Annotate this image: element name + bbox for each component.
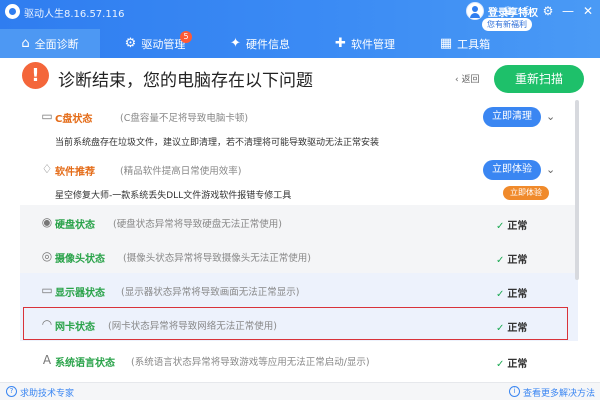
help-icon: ? — [6, 386, 17, 397]
tab-label: 软件管理 — [350, 37, 395, 51]
list-item-system-language: A 系统语言状态 (系统语言状态异常将导致游戏等应用无法正常启动/显示) ✓ 正常 — [20, 343, 578, 377]
clean-now-button[interactable]: 立即清理 — [483, 107, 541, 127]
check-icon: ✓ — [496, 289, 505, 300]
row-description: (硬盘状态异常将导致硬盘无法正常使用) — [113, 219, 282, 230]
check-icon: ✓ — [496, 359, 505, 370]
toolbox-icon: ▦ — [439, 36, 453, 51]
row-name: 软件推荐 — [55, 167, 95, 178]
row-name: 硬盘状态 — [55, 220, 95, 231]
diagnosis-list: ▭ C盘状态 (C盘容量不足将导致电脑卡顿) 立即清理 ⌄ 当前系统盘存在垃圾文… — [20, 100, 580, 380]
status-text: 正常 — [507, 359, 528, 370]
status-normal: ✓ 正常 — [496, 355, 527, 370]
thumbs-up-icon: ♢ — [41, 162, 53, 176]
camera-icon: ◎ — [41, 249, 53, 263]
status-text: 正常 — [507, 221, 528, 232]
driver-update-badge: 5 — [180, 31, 192, 43]
row-detail: 当前系统盘存在垃圾文件，建议立即清理，若不清理将可能导致驱动无法正常安装 — [55, 138, 380, 148]
tab-toolbox[interactable]: ▦ 工具箱 — [420, 29, 510, 58]
app-title: 驱动人生8.16.57.116 — [24, 9, 125, 20]
tab-hardware-info[interactable]: ✦ 硬件信息 — [210, 29, 310, 58]
close-icon[interactable]: ✕ — [580, 3, 596, 19]
language-icon: A — [42, 353, 52, 367]
footer-bar: ? 求助技术专家 i 查看更多解决方法 — [0, 382, 600, 400]
ask-expert-link[interactable]: 求助技术专家 — [20, 386, 74, 399]
status-normal: ✓ 正常 — [496, 285, 527, 300]
row-name: 系统语言状态 — [55, 358, 115, 369]
tab-label: 硬件信息 — [245, 37, 290, 51]
list-item-c-drive: ▭ C盘状态 (C盘容量不足将导致电脑卡顿) 立即清理 ⌄ 当前系统盘存在垃圾文… — [20, 100, 578, 150]
gear-icon: ⚙ — [124, 36, 137, 51]
diagnosis-result-header: ! 诊断结束，您的电脑存在以下问题 ‹ 返回 重新扫描 — [0, 58, 600, 100]
row-name: C盘状态 — [55, 114, 93, 125]
row-name: 显示器状态 — [55, 288, 105, 299]
row-name: 摄像头状态 — [55, 254, 105, 265]
row-detail: 星空修复大师-一款系统丢失DLL文件游戏软件报错专修工具 — [55, 191, 292, 201]
monitor-icon: ▭ — [41, 283, 53, 297]
more-solutions-link[interactable]: 查看更多解决方法 — [523, 386, 595, 399]
window-controls: ♛ ☾ ⚙ — ✕ — [500, 3, 596, 19]
tab-label: 全面诊断 — [34, 37, 79, 51]
status-text: 正常 — [507, 255, 528, 266]
status-normal: ✓ 正常 — [496, 217, 527, 232]
row-description: (摄像头状态异常将导致摄像头无法正常使用) — [123, 253, 311, 264]
status-text: 正常 — [507, 289, 528, 300]
hard-disk-icon: ◉ — [41, 215, 53, 229]
theme-icon[interactable]: ☾ — [520, 3, 536, 19]
list-item-hard-disk: ◉ 硬盘状态 (硬盘状态异常将导致硬盘无法正常使用) ✓ 正常 — [20, 205, 578, 239]
info-icon: i — [509, 386, 520, 397]
status-normal: ✓ 正常 — [496, 251, 527, 266]
crown-icon[interactable]: ♛ — [500, 3, 516, 19]
app-logo-icon — [5, 4, 20, 19]
user-avatar[interactable] — [466, 2, 484, 20]
title-bar: 驱动人生8.16.57.116 登录享特权 您有新福利 ♛ ☾ ⚙ — ✕ — [0, 0, 600, 31]
chevron-down-icon[interactable]: ⌄ — [546, 111, 555, 122]
disk-icon: ▭ — [41, 109, 53, 123]
tab-software-management[interactable]: ✚ 软件管理 — [310, 29, 420, 58]
tab-label: 工具箱 — [457, 37, 491, 51]
result-title: 诊断结束，您的电脑存在以下问题 — [58, 71, 313, 91]
apps-icon: ✚ — [335, 36, 346, 51]
try-now-button[interactable]: 立即体验 — [483, 160, 541, 180]
row-description: (系统语言状态异常将导致游戏等应用无法正常启动/显示) — [131, 357, 370, 368]
home-icon: ⌂ — [21, 36, 30, 51]
minimize-icon[interactable]: — — [560, 3, 576, 19]
list-scrollbar[interactable] — [575, 100, 579, 280]
try-now-small-button[interactable]: 立即体验 — [503, 186, 549, 200]
warning-icon: ! — [22, 62, 49, 89]
row-description: (精品软件提高日常使用效率) — [120, 166, 242, 177]
check-icon: ✓ — [496, 255, 505, 266]
check-icon: ✓ — [496, 221, 505, 232]
row-description: (C盘容量不足将导致电脑卡顿) — [120, 113, 249, 124]
row-description: (显示器状态异常将导致画面无法正常显示) — [121, 287, 300, 298]
main-tabs: ⌂ 全面诊断 ⚙ 驱动管理 5 ✦ 硬件信息 ✚ 软件管理 ▦ 工具箱 — [0, 29, 600, 58]
list-item-software-recommend: ♢ 软件推荐 (精品软件提高日常使用效率) 立即体验 ⌄ 星空修复大师-一款系统… — [20, 155, 578, 205]
tab-full-diagnosis[interactable]: ⌂ 全面诊断 — [0, 29, 100, 58]
tab-label: 驱动管理 — [141, 37, 186, 51]
list-item-camera: ◎ 摄像头状态 (摄像头状态异常将导致摄像头无法正常使用) ✓ 正常 — [20, 239, 578, 273]
app-header: 驱动人生8.16.57.116 登录享特权 您有新福利 ♛ ☾ ⚙ — ✕ ⌂ … — [0, 0, 600, 58]
rescan-button[interactable]: 重新扫描 — [494, 65, 584, 93]
list-item-monitor: ▭ 显示器状态 (显示器状态异常将导致画面无法正常显示) ✓ 正常 — [20, 273, 578, 307]
highlight-frame — [23, 307, 568, 340]
chevron-down-icon[interactable]: ⌄ — [546, 164, 555, 175]
settings-icon[interactable]: ⚙ — [540, 3, 556, 19]
tab-driver-management[interactable]: ⚙ 驱动管理 5 — [100, 29, 210, 58]
chip-icon: ✦ — [230, 36, 241, 51]
back-link[interactable]: ‹ 返回 — [455, 72, 479, 85]
